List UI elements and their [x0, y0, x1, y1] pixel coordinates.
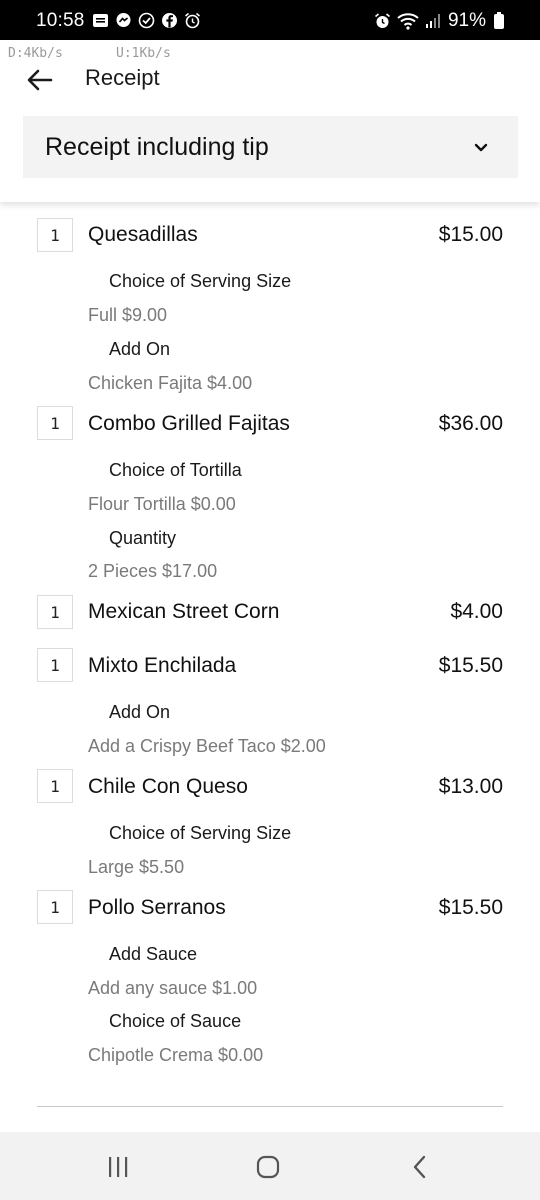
- receipt-type-dropdown[interactable]: Receipt including tip: [23, 116, 518, 178]
- messenger-icon: [115, 12, 132, 29]
- system-nav-bar: [0, 1132, 540, 1200]
- item-quantity: 1: [37, 406, 73, 440]
- signal-icon: [425, 13, 442, 30]
- status-right: 91%: [374, 10, 504, 32]
- option-value: Chipotle Crema $0.00: [88, 1045, 264, 1065]
- recent-apps-icon: [109, 1157, 128, 1177]
- wifi-icon: [397, 13, 419, 30]
- option-label: Quantity: [109, 528, 177, 548]
- option-label: Choice of Serving Size: [109, 823, 292, 843]
- status-bar: 10:58 91%: [0, 0, 540, 40]
- option-value: Chicken Fajita $4.00: [88, 373, 253, 393]
- divider: [37, 1106, 503, 1107]
- back-icon: [413, 1155, 426, 1179]
- item-price: $13.00: [438, 775, 503, 798]
- option-label: Choice of Serving Size: [109, 271, 292, 291]
- item-name: Pollo Serranos: [88, 896, 226, 919]
- option-value: Flour Tortilla $0.00: [88, 494, 236, 514]
- item-quantity: 1: [37, 769, 73, 803]
- item-name: Quesadillas: [88, 223, 198, 246]
- item-price: $15.50: [438, 896, 503, 919]
- status-time: 10:58: [36, 10, 85, 31]
- option-value: Large $5.50: [88, 857, 185, 877]
- back-button[interactable]: [22, 62, 58, 98]
- battery-percent: 91%: [447, 10, 486, 31]
- item-quantity: 1: [37, 218, 73, 252]
- alarm-icon: [374, 13, 391, 30]
- option-value: Add a Crispy Beef Taco $2.00: [88, 736, 326, 756]
- arrow-left-icon: [27, 69, 53, 91]
- notification-icons: [92, 12, 201, 29]
- item-name: Mexican Street Corn: [88, 600, 280, 623]
- option-label: Add On: [109, 339, 171, 359]
- check-circle-icon: [138, 12, 155, 29]
- item-quantity: 1: [37, 595, 73, 629]
- item-price: $36.00: [438, 412, 503, 435]
- alarm-icon: [184, 12, 201, 29]
- item-quantity: 1: [37, 648, 73, 682]
- home-button[interactable]: [253, 1152, 283, 1182]
- item-price: $15.00: [438, 223, 503, 246]
- recent-apps-button[interactable]: [103, 1152, 133, 1182]
- option-value: Full $9.00: [88, 305, 168, 325]
- upload-speed: U:1Kb/s: [116, 46, 171, 61]
- battery-icon: [494, 11, 504, 29]
- item-name: Chile Con Queso: [88, 775, 248, 798]
- facebook-icon: [161, 12, 178, 29]
- chevron-down-icon: [472, 138, 490, 156]
- item-quantity: 1: [37, 890, 73, 924]
- app-header: D:4Kb/s U:1Kb/s Receipt Receipt includin…: [0, 40, 540, 202]
- option-label: Add Sauce: [109, 944, 198, 964]
- system-back-button[interactable]: [405, 1152, 435, 1182]
- option-label: Add On: [109, 702, 171, 722]
- option-label: Choice of Sauce: [109, 1011, 242, 1031]
- receipt-item-list: 1 Quesadillas $15.00 Choice of Serving S…: [0, 202, 540, 1132]
- download-speed: D:4Kb/s: [8, 46, 63, 61]
- dropdown-selected-value: Receipt including tip: [45, 132, 269, 161]
- item-name: Mixto Enchilada: [88, 654, 237, 677]
- image-icon: [92, 12, 109, 29]
- item-name: Combo Grilled Fajitas: [88, 412, 290, 435]
- home-icon: [256, 1155, 280, 1179]
- page-title: Receipt: [85, 65, 160, 90]
- option-value: 2 Pieces $17.00: [88, 561, 218, 581]
- item-price: $15.50: [438, 654, 503, 677]
- option-label: Choice of Tortilla: [109, 460, 242, 480]
- item-price: $4.00: [450, 600, 503, 623]
- option-value: Add any sauce $1.00: [88, 978, 258, 998]
